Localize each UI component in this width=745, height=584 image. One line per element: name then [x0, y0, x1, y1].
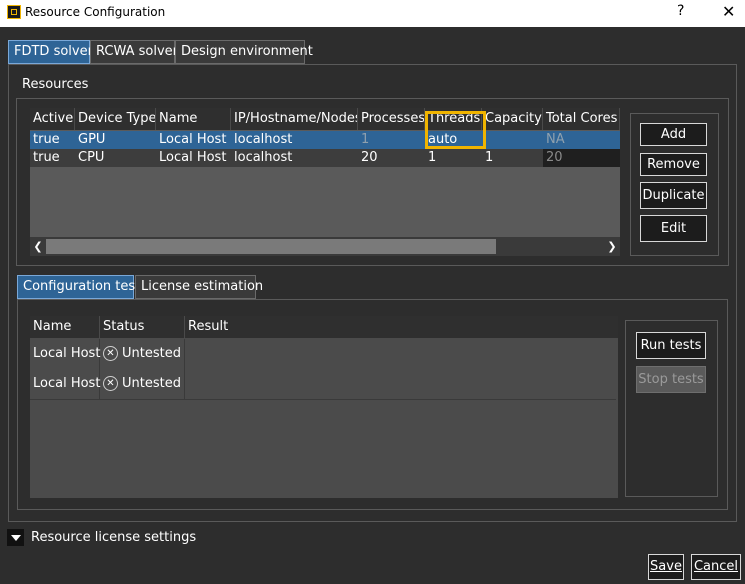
- table-row[interactable]: true CPU Local Host localhost 20 1 1 20: [30, 149, 620, 167]
- resource-license-settings-label[interactable]: Resource license settings: [31, 530, 196, 545]
- stop-tests-button[interactable]: Stop tests: [636, 366, 706, 393]
- cell-active: true: [33, 132, 60, 147]
- cell-device-type: CPU: [78, 150, 105, 165]
- x-circle-icon: ✕: [103, 376, 118, 391]
- scrollbar-thumb[interactable]: [46, 239, 496, 254]
- column-header[interactable]: Status: [100, 316, 185, 338]
- cell-active: true: [33, 150, 60, 165]
- column-header[interactable]: Result: [185, 316, 618, 338]
- status-text: Untested: [122, 376, 181, 391]
- cell-result: [185, 339, 616, 369]
- cell-status: ✕ Untested: [100, 339, 185, 369]
- tab-license-estimation[interactable]: License estimation: [135, 275, 263, 299]
- cell-capacity: 1: [485, 150, 494, 165]
- edit-button[interactable]: Edit: [640, 215, 707, 242]
- column-header[interactable]: Total Cores: [543, 108, 620, 130]
- cell-name: Local Host: [159, 132, 227, 147]
- threads-highlight: [425, 111, 486, 149]
- cell-name: Local Host: [30, 369, 100, 399]
- column-header[interactable]: Capacity: [482, 108, 543, 130]
- column-header[interactable]: Name: [30, 316, 100, 338]
- remove-button[interactable]: Remove: [640, 153, 707, 176]
- cell-processes: 1: [361, 132, 370, 147]
- cell-host: localhost: [234, 132, 293, 147]
- status-text: Untested: [122, 346, 181, 361]
- cell-device-type: GPU: [78, 132, 106, 147]
- cell-total-cores: 20: [543, 149, 620, 167]
- table-row[interactable]: true GPU Local Host localhost 1 auto NA: [30, 131, 620, 149]
- resources-table[interactable]: Active Device Type Name IP/Hostname/Node…: [30, 108, 620, 256]
- tab-design-environment[interactable]: Design environment: [175, 40, 313, 64]
- app-icon: [7, 5, 21, 19]
- save-button[interactable]: Save: [648, 554, 684, 580]
- chevron-down-icon: [11, 535, 21, 541]
- cell-host: localhost: [234, 150, 293, 165]
- cell-total-cores: NA: [546, 132, 565, 147]
- expand-toggle[interactable]: [7, 529, 24, 546]
- window-title: Resource Configuration: [25, 5, 166, 19]
- table-header: Name Status Result: [30, 316, 618, 338]
- cancel-button[interactable]: Cancel: [691, 554, 741, 580]
- cell-name: Local Host: [30, 339, 100, 369]
- title-bar: Resource Configuration ? ✕: [0, 0, 745, 27]
- resources-label: Resources: [22, 77, 89, 92]
- run-tests-button[interactable]: Run tests: [636, 332, 706, 359]
- scroll-left-icon[interactable]: ❮: [32, 237, 44, 256]
- x-circle-icon: ✕: [103, 346, 118, 361]
- column-header[interactable]: Processes: [358, 108, 425, 130]
- duplicate-button[interactable]: Duplicate: [640, 182, 707, 209]
- tab-rcwa-solver[interactable]: RCWA solver: [90, 40, 178, 64]
- column-header[interactable]: Device Type: [75, 108, 156, 130]
- close-icon[interactable]: ✕: [722, 2, 735, 21]
- column-header[interactable]: IP/Hostname/Nodes: [231, 108, 358, 130]
- cell-result: [185, 369, 616, 399]
- table-row[interactable]: Local Host ✕ Untested: [30, 369, 616, 400]
- add-button[interactable]: Add: [640, 123, 707, 146]
- table-header: Active Device Type Name IP/Hostname/Node…: [30, 108, 620, 130]
- tests-table[interactable]: Name Status Result Local Host ✕ Untested …: [30, 316, 618, 498]
- column-header[interactable]: Active: [30, 108, 75, 130]
- tab-configuration-test[interactable]: Configuration test: [17, 275, 140, 299]
- cell-status: ✕ Untested: [100, 369, 185, 399]
- table-row[interactable]: Local Host ✕ Untested: [30, 339, 616, 370]
- column-header[interactable]: Name: [156, 108, 231, 130]
- cell-threads: 1: [428, 150, 437, 165]
- cell-name: Local Host: [159, 150, 227, 165]
- cell-processes: 20: [361, 150, 378, 165]
- help-button[interactable]: ?: [677, 3, 684, 19]
- scroll-right-icon[interactable]: ❯: [606, 237, 618, 256]
- tab-fdtd-solver[interactable]: FDTD solver: [8, 40, 93, 64]
- horizontal-scrollbar[interactable]: ❮ ❯: [30, 237, 620, 256]
